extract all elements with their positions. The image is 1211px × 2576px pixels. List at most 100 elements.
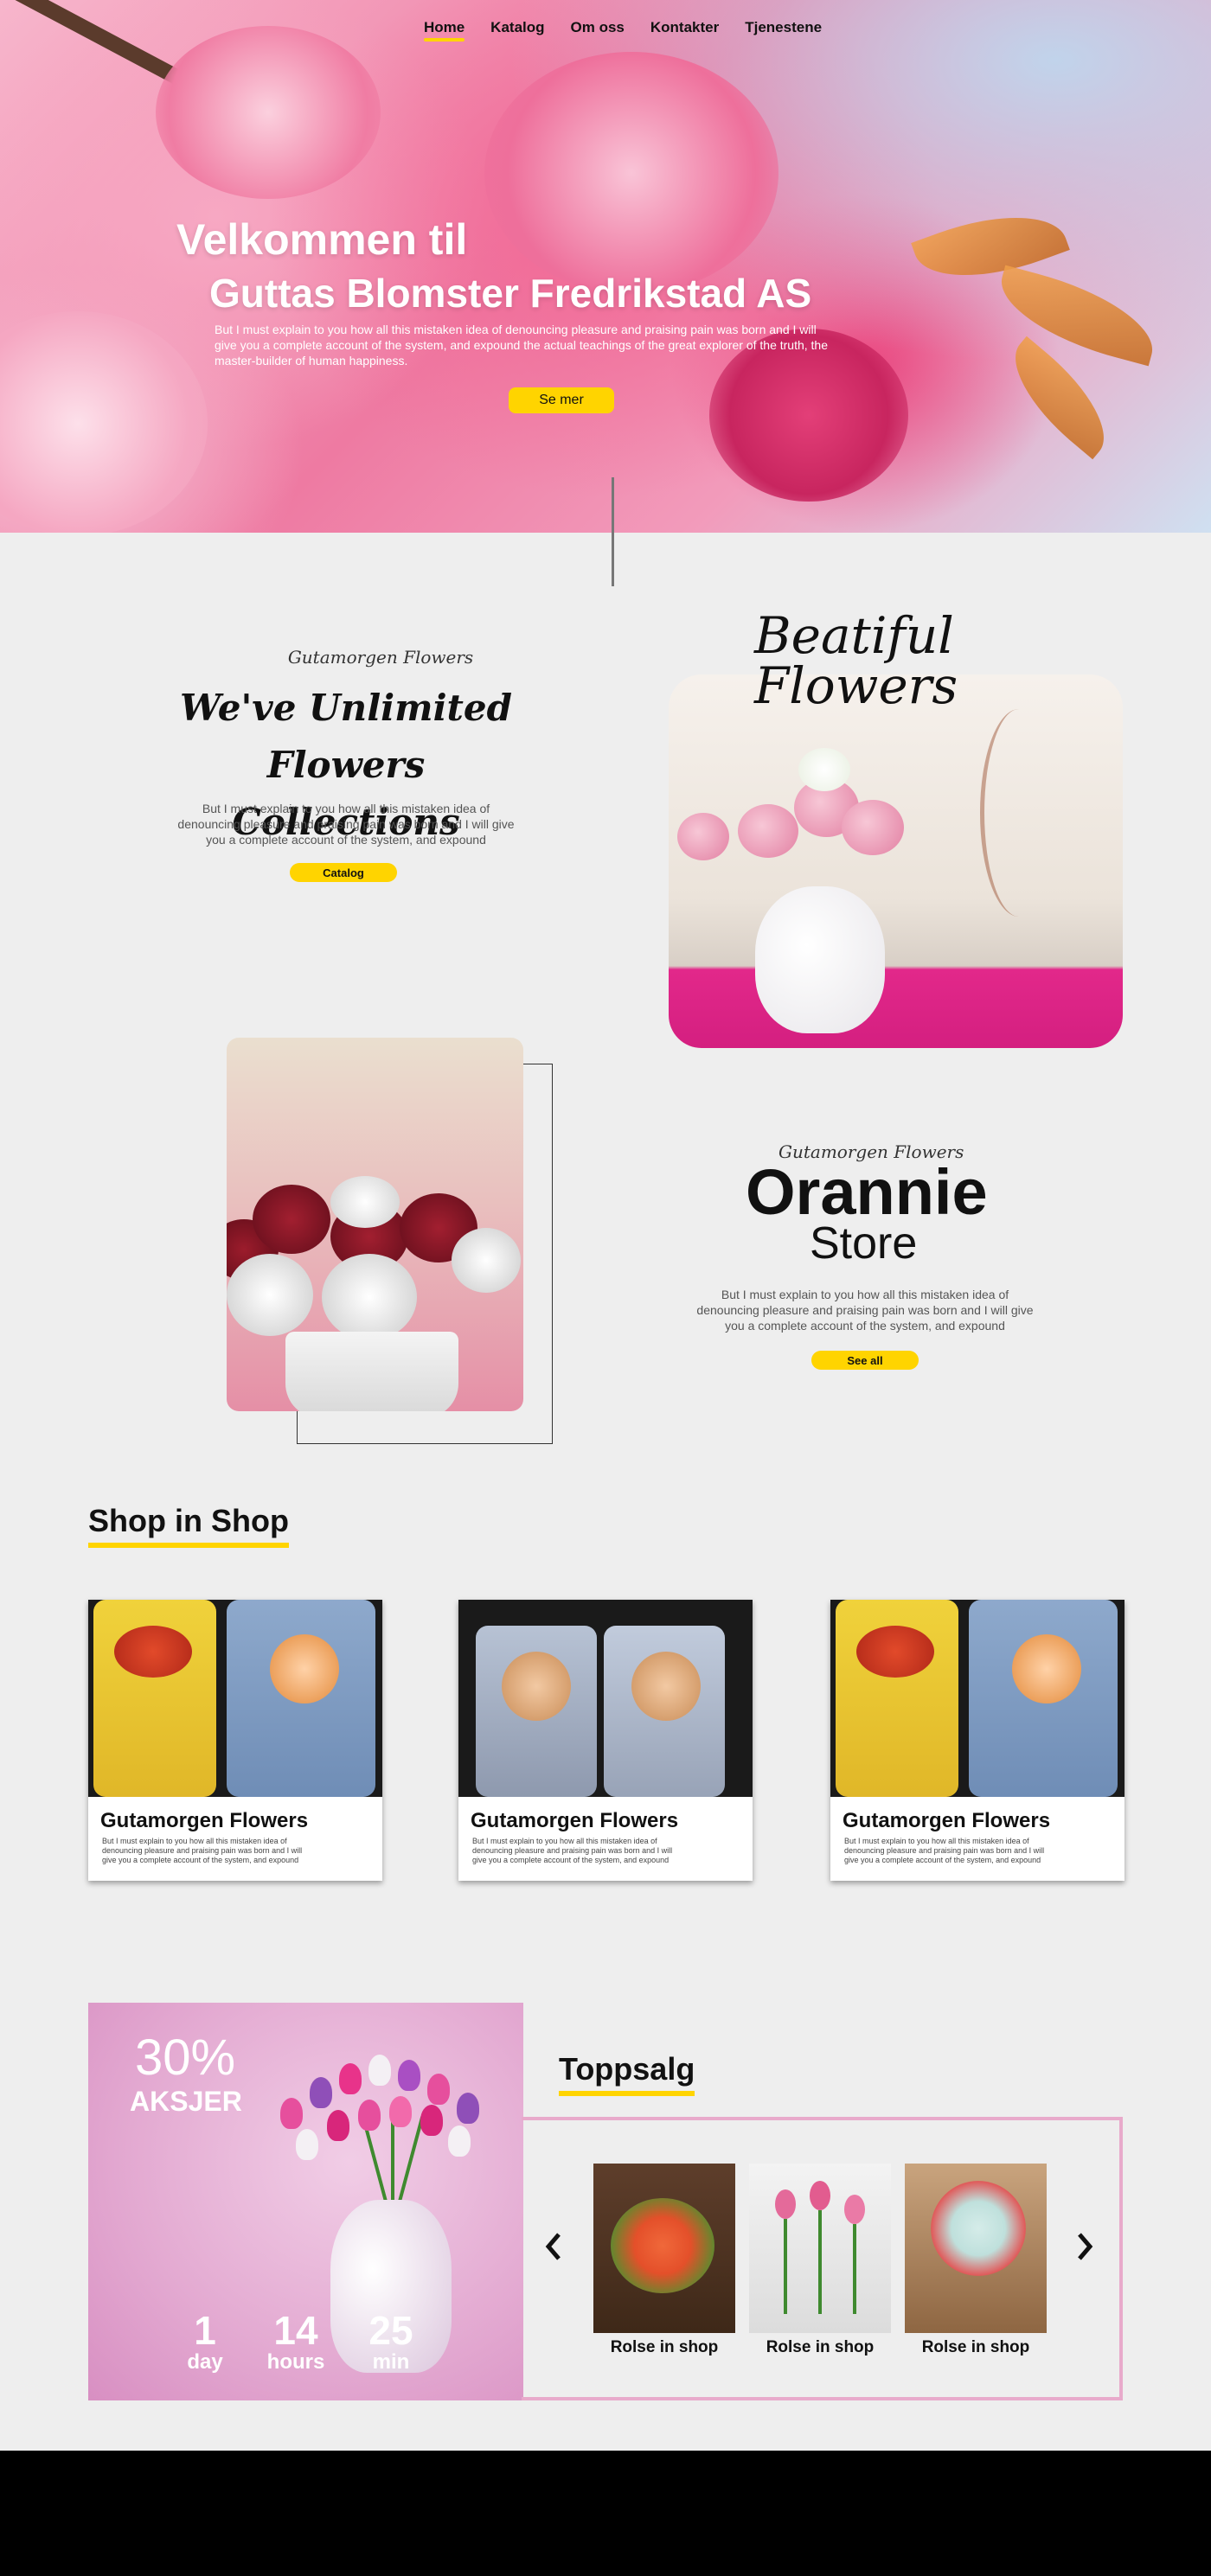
- baby-breath-shape: [798, 748, 850, 791]
- tulip-shape: [810, 2181, 830, 2210]
- hero-title-line1: Velkommen til: [176, 215, 468, 264]
- tulip-shape: [427, 2074, 450, 2105]
- main-nav: Home Katalog Om oss Kontakter Tjenestene: [0, 19, 1211, 42]
- se-mer-button[interactable]: Se mer: [509, 387, 614, 413]
- product-image: [749, 2164, 891, 2333]
- tulip-shape: [420, 2105, 443, 2136]
- product-item[interactable]: Rolse in shop: [593, 2164, 735, 2357]
- store-paragraph: But I must explain to you how all this m…: [696, 1288, 1034, 1333]
- hero-banner: Home Katalog Om oss Kontakter Tjenestene…: [0, 0, 1211, 533]
- blossom-decoration: [156, 26, 381, 199]
- angel-face-shape: [631, 1652, 701, 1721]
- nav-katalog[interactable]: Katalog: [490, 19, 544, 42]
- stem-shape: [818, 2210, 822, 2314]
- product-image: [905, 2164, 1047, 2333]
- card-image: [830, 1600, 1124, 1797]
- stem-shape: [853, 2224, 856, 2314]
- countdown-minutes: 25 min: [356, 2311, 426, 2375]
- card-text: But I must explain to you how all this m…: [472, 1837, 673, 1864]
- stem-shape: [395, 2116, 425, 2209]
- rose-shape: [842, 800, 904, 855]
- roses-bowl-image: [227, 1038, 523, 1411]
- toppsalg-title: Toppsalg: [559, 2051, 695, 2096]
- tulip-shape: [844, 2195, 865, 2224]
- tulip-shape: [448, 2125, 471, 2157]
- hero-subtitle: But I must explain to you how all this m…: [215, 323, 828, 368]
- shop-card[interactable]: Gutamorgen Flowers But I must explain to…: [458, 1600, 753, 1881]
- intro-paragraph: But I must explain to you how all this m…: [177, 802, 515, 847]
- countdown-unit: day: [187, 2350, 223, 2374]
- red-rose-shape: [253, 1185, 330, 1254]
- catalog-button[interactable]: Catalog: [290, 863, 397, 882]
- nav-om-oss[interactable]: Om oss: [571, 19, 625, 42]
- hero-title-line2: Guttas Blomster Fredrikstad AS: [209, 271, 812, 316]
- tulip-shape: [327, 2110, 349, 2141]
- white-rose-shape: [322, 1254, 417, 1340]
- wall-decoration: [980, 709, 1058, 917]
- vase-shape: [755, 886, 885, 1033]
- shop-in-shop-title: Shop in Shop: [88, 1503, 289, 1548]
- rose-shape: [677, 813, 729, 860]
- tulip-shape: [775, 2189, 796, 2219]
- product-item[interactable]: Rolse in shop: [905, 2164, 1047, 2357]
- angel-face-shape: [502, 1652, 571, 1721]
- white-rose-shape: [330, 1176, 400, 1228]
- tulip-shape: [389, 2096, 412, 2127]
- see-all-button[interactable]: See all: [811, 1351, 919, 1370]
- tulip-shape: [339, 2063, 362, 2094]
- tulip-shape: [296, 2129, 318, 2160]
- countdown-unit: hours: [266, 2350, 325, 2374]
- nav-kontakter[interactable]: Kontakter: [650, 19, 719, 42]
- product-label: Rolse in shop: [921, 2338, 1030, 2356]
- sale-percent: 30%: [135, 2029, 236, 2086]
- tulip-shape: [457, 2093, 479, 2124]
- bouquet-shape: [611, 2198, 714, 2293]
- tulip-shape: [358, 2100, 381, 2131]
- card-image: [88, 1600, 382, 1797]
- nav-home[interactable]: Home: [423, 19, 465, 42]
- beautiful-line2: Flowers: [754, 656, 958, 715]
- blossom-decoration: [484, 52, 778, 294]
- countdown-value: 14: [273, 2308, 318, 2353]
- product-label: Rolse in shop: [610, 2338, 719, 2356]
- countdown-hours: 14 hours: [257, 2311, 335, 2375]
- card-text: But I must explain to you how all this m…: [844, 1837, 1045, 1864]
- scroll-divider-line: [612, 477, 614, 586]
- flower-crown-shape: [114, 1626, 192, 1678]
- beautiful-flowers-heading: Beatiful Flowers: [754, 610, 1083, 711]
- countdown-unit: min: [372, 2350, 410, 2374]
- shop-card[interactable]: Gutamorgen Flowers But I must explain to…: [88, 1600, 382, 1881]
- blossom-decoration: [0, 311, 208, 533]
- card-title: Gutamorgen Flowers: [843, 1809, 1051, 1832]
- bowl-shape: [285, 1332, 458, 1411]
- white-rose-shape: [227, 1254, 313, 1336]
- countdown-value: 1: [194, 2308, 216, 2353]
- footer: [0, 2451, 1211, 2576]
- white-rose-shape: [452, 1228, 521, 1293]
- vase-flowers-image: [669, 674, 1123, 1048]
- rose-shape: [738, 804, 798, 858]
- flower-crown-shape: [856, 1626, 934, 1678]
- sale-label: AKSJER: [130, 2086, 242, 2117]
- intro-script-label: Gutamorgen Flowers: [287, 647, 474, 668]
- nav-tjenestene[interactable]: Tjenestene: [745, 19, 822, 42]
- shop-card[interactable]: Gutamorgen Flowers But I must explain to…: [830, 1600, 1124, 1881]
- card-text: But I must explain to you how all this m…: [102, 1837, 303, 1864]
- card-image: [458, 1600, 753, 1797]
- tulip-shape: [368, 2055, 391, 2086]
- character-face-shape: [1012, 1634, 1081, 1703]
- chevron-right-icon[interactable]: [1074, 2229, 1095, 2270]
- tulip-shape: [280, 2098, 303, 2129]
- card-title: Gutamorgen Flowers: [471, 1809, 679, 1832]
- countdown-days: 1 day: [175, 2311, 235, 2375]
- tulip-shape: [310, 2077, 332, 2108]
- intro-heading-line1: We've Unlimited Flowers: [179, 687, 513, 786]
- character-face-shape: [270, 1634, 339, 1703]
- store-subtitle: Store: [810, 1218, 918, 1269]
- sale-banner: 30% AKSJER 1 day 14 hours 25 min: [88, 2003, 523, 2400]
- product-item[interactable]: Rolse in shop: [749, 2164, 891, 2357]
- chevron-left-icon[interactable]: [543, 2229, 564, 2270]
- bouquet-shape: [931, 2181, 1026, 2276]
- stem-shape: [784, 2219, 787, 2314]
- tulip-shape: [398, 2060, 420, 2091]
